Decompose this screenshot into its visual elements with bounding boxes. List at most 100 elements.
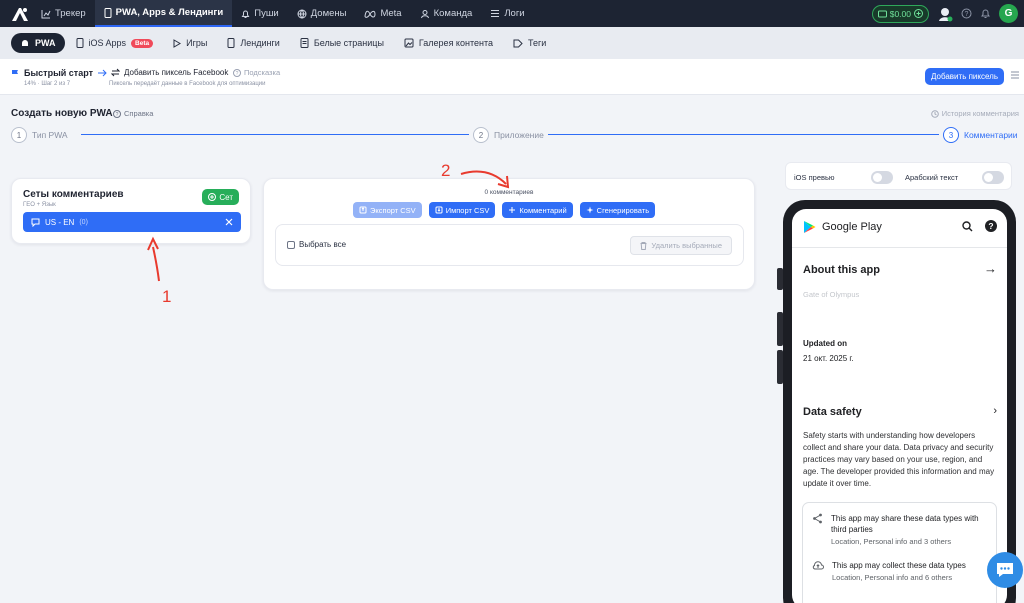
logo-icon[interactable] xyxy=(10,0,32,27)
tab-ios-apps[interactable]: iOS Apps Beta xyxy=(67,33,163,53)
add-comment-label: Комментарий xyxy=(519,205,567,215)
data-safety-item: This app may share these data types with… xyxy=(812,513,981,546)
android-icon xyxy=(22,40,28,46)
checkbox-box xyxy=(287,240,295,249)
ios-preview-label: iOS превью xyxy=(794,173,835,182)
nav-logs[interactable]: Логи xyxy=(481,0,533,27)
balance-value: $0.00 xyxy=(889,8,911,19)
wizard-step-type[interactable]: 1 Тип PWA xyxy=(11,127,72,143)
top-navbar: Трекер PWA, Apps & Лендинги Пуши Домены … xyxy=(0,0,1024,27)
tab-landings-label: Лендинги xyxy=(240,38,280,48)
menu-icon[interactable] xyxy=(1010,70,1020,80)
chart-icon xyxy=(41,9,51,18)
comment-sets-title: Сеты комментариев xyxy=(23,189,124,200)
annotation-arrow-1 xyxy=(147,236,160,282)
quickstart-title[interactable]: Быстрый старт xyxy=(11,68,93,78)
add-pixel-button[interactable]: Добавить пиксель xyxy=(925,68,1004,85)
nav-pwa-apps[interactable]: PWA, Apps & Лендинги xyxy=(94,0,233,27)
gallery-icon xyxy=(404,38,414,48)
export-csv-button[interactable]: Экспорт CSV xyxy=(353,202,422,218)
cloud-upload-icon xyxy=(812,561,824,570)
tab-content-gallery[interactable]: Галерея контента xyxy=(395,33,502,53)
balance-badge[interactable]: $0.00 xyxy=(871,4,929,23)
comment-sets-card: Сеты комментариев ГЕО + Язык Сет US - EN… xyxy=(11,178,251,244)
nav-team[interactable]: Команда xyxy=(411,0,482,27)
wizard-step-num: 1 xyxy=(11,127,27,143)
plus-circle-icon xyxy=(914,9,923,18)
quickstart-title-text: Быстрый старт xyxy=(24,68,93,78)
header-divider xyxy=(792,247,1007,248)
updated-date: 21 окт. 2025 г. xyxy=(803,354,854,363)
wizard-step-label: Тип PWA xyxy=(32,130,68,140)
add-set-button[interactable]: Сет xyxy=(202,189,239,205)
help-link[interactable]: ? Справка xyxy=(113,109,153,118)
help-link-label: Справка xyxy=(124,109,154,118)
generate-button[interactable]: Сгенерировать xyxy=(579,202,656,218)
wizard-step-num: 2 xyxy=(473,127,489,143)
data-safety-item: This app may collect these data types Lo… xyxy=(812,560,982,582)
nav-tracker[interactable]: Трекер xyxy=(32,0,95,27)
close-icon[interactable] xyxy=(225,218,233,226)
tab-white-pages[interactable]: Белые страницы xyxy=(291,33,393,53)
nav-domains[interactable]: Домены xyxy=(288,0,356,27)
quickstart-hint[interactable]: ? Подсказка xyxy=(233,68,280,77)
quickstart-current-step[interactable]: Добавить пиксель Facebook xyxy=(97,68,228,77)
wizard-step-label: Комментарии xyxy=(964,130,1018,140)
arrow-right-icon xyxy=(98,69,107,76)
nav-push[interactable]: Пуши xyxy=(232,0,288,27)
comments-card: 0 комментариев Экспорт CSV Импорт CSV Ко… xyxy=(263,178,755,290)
google-play-icon xyxy=(804,221,816,233)
tab-pwa[interactable]: PWA xyxy=(11,33,65,53)
sparkle-icon xyxy=(586,206,594,214)
nav-push-label: Пуши xyxy=(254,8,279,19)
history-link[interactable]: История комментария xyxy=(930,109,1019,118)
help-icon[interactable]: ? xyxy=(961,8,972,19)
annotation-number-2: 2 xyxy=(441,161,451,180)
list-icon xyxy=(491,10,500,17)
notification-bell-icon[interactable] xyxy=(980,8,991,19)
help-icon: ? xyxy=(113,109,121,118)
data-safety-item-title: This app may share these data types with… xyxy=(831,514,979,535)
nav-pwa-apps-label: PWA, Apps & Лендинги xyxy=(115,7,224,18)
beta-badge: Beta xyxy=(131,38,154,48)
ios-preview-toggle[interactable] xyxy=(871,171,893,184)
wizard-step-comments[interactable]: 3 Комментарии xyxy=(939,127,1022,143)
svg-text:?: ? xyxy=(116,112,119,118)
search-icon xyxy=(962,220,973,231)
set-item-us-en[interactable]: US - EN (0) xyxy=(23,212,241,232)
data-safety-title: Data safety xyxy=(803,406,862,418)
wallet-icon xyxy=(877,10,887,17)
chat-icon xyxy=(31,218,40,227)
play-icon xyxy=(173,38,182,48)
data-safety-item-sub: Location, Personal info and 3 others xyxy=(831,537,952,547)
add-comment-button[interactable]: Комментарий xyxy=(502,202,573,218)
tab-tags[interactable]: Теги xyxy=(504,33,555,53)
user-status-icon[interactable] xyxy=(937,6,953,22)
nav-meta[interactable]: Meta xyxy=(355,0,410,27)
meta-icon xyxy=(364,10,376,18)
nav-team-label: Команда xyxy=(433,8,473,19)
about-app-title: About this app xyxy=(803,264,880,276)
select-all-checkbox[interactable]: Выбрать все xyxy=(287,240,346,249)
import-csv-button[interactable]: Импорт CSV xyxy=(428,202,496,218)
set-item-label: US - EN xyxy=(45,217,75,227)
data-safety-item-sub: Location, Personal info and 6 others xyxy=(832,573,953,583)
delete-selected-button[interactable]: Удалить выбранные xyxy=(630,236,732,255)
annotation-number-1: 1 xyxy=(162,287,172,306)
store-name: Google Play xyxy=(822,221,882,233)
nav-logs-label: Логи xyxy=(504,8,525,19)
tab-content-gallery-label: Галерея контента xyxy=(418,38,493,48)
tab-games[interactable]: Игры xyxy=(164,33,216,53)
chat-button[interactable] xyxy=(987,552,1023,588)
globe-icon xyxy=(297,9,307,19)
wizard-step-app[interactable]: 2 Приложение xyxy=(469,127,548,143)
delete-selected-label: Удалить выбранные xyxy=(651,241,722,250)
nav-domains-label: Домены xyxy=(310,8,347,19)
arabic-text-label: Арабский текст xyxy=(905,173,959,182)
share-icon xyxy=(813,513,822,524)
avatar[interactable]: G xyxy=(999,4,1018,23)
page-icon xyxy=(300,38,309,48)
arabic-text-toggle[interactable] xyxy=(982,171,1004,184)
comments-list: Выбрать все Удалить выбранные xyxy=(275,224,744,266)
tab-landings[interactable]: Лендинги xyxy=(218,33,288,53)
